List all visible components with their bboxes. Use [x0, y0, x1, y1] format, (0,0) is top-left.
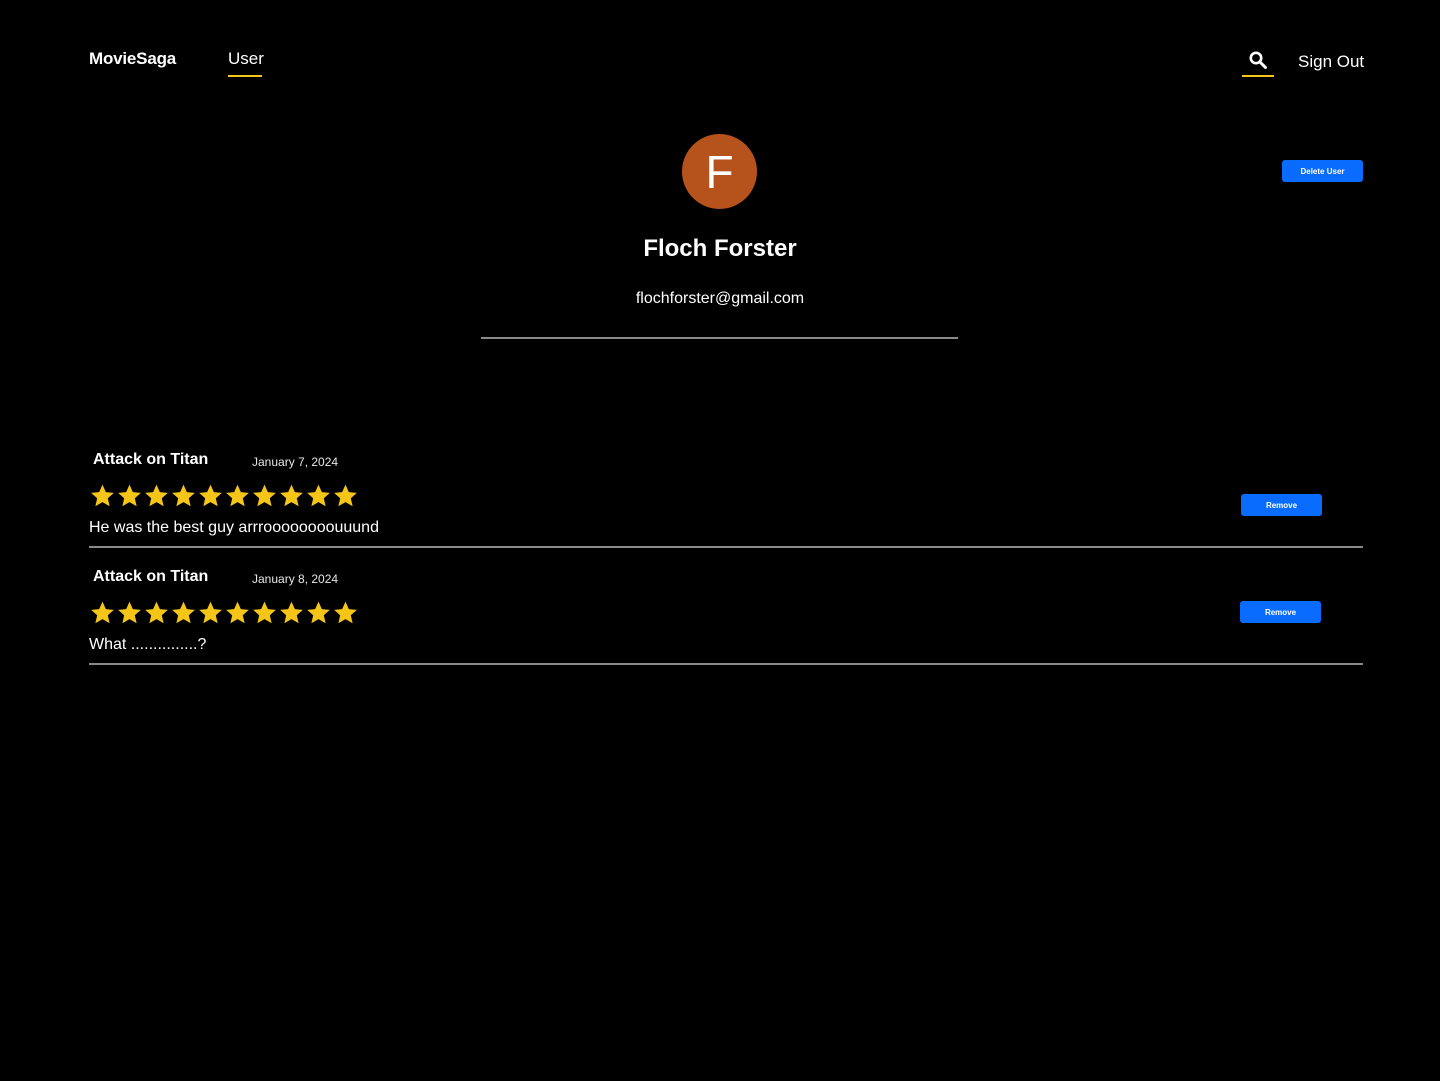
search-button[interactable]: [1242, 49, 1274, 77]
nav-tab-user-underline: [228, 75, 262, 77]
profile-divider: [481, 337, 958, 339]
star-icon: [226, 484, 249, 507]
review-text: He was the best guy arrroooooooouuund: [89, 519, 379, 536]
star-icon: [91, 484, 114, 507]
review-rating: [89, 483, 359, 509]
star-icon: [307, 484, 330, 507]
review-date: January 7, 2024: [252, 455, 339, 469]
review-rating: [89, 600, 359, 626]
star-icon: [118, 484, 141, 507]
review-divider: [89, 546, 1363, 548]
sign-out-link[interactable]: Sign Out: [1298, 52, 1364, 72]
star-icon: [307, 601, 330, 624]
user-name: Floch Forster: [643, 235, 797, 262]
star-icon: [118, 601, 141, 624]
delete-user-button[interactable]: Delete User: [1282, 160, 1363, 182]
star-icon: [145, 484, 168, 507]
star-icon: [91, 601, 114, 624]
star-icon: [253, 484, 276, 507]
star-icon: [172, 601, 195, 624]
user-profile-page: MovieSaga User Sign Out F Delete User Fl…: [0, 0, 1440, 1081]
star-icon: [145, 601, 168, 624]
star-icon: [280, 484, 303, 507]
star-icon: [226, 601, 249, 624]
star-icon: [172, 484, 195, 507]
review-item: Attack on Titan January 7, 2024 He was t…: [89, 451, 1363, 568]
star-icon: [199, 601, 222, 624]
nav-tab-user[interactable]: User: [228, 49, 264, 69]
review-item: Attack on Titan January 8, 2024 What ...…: [89, 568, 1363, 685]
review-movie-title[interactable]: Attack on Titan: [93, 451, 208, 469]
review-text: What ...............?: [89, 636, 207, 653]
star-icon: [334, 601, 357, 624]
review-divider: [89, 663, 1363, 665]
star-icon: [280, 601, 303, 624]
search-icon: [1249, 51, 1267, 69]
avatar: F: [682, 134, 757, 209]
review-movie-title[interactable]: Attack on Titan: [93, 568, 208, 586]
review-date: January 8, 2024: [252, 572, 339, 586]
star-icon: [253, 601, 276, 624]
remove-review-button[interactable]: Remove: [1241, 494, 1322, 516]
remove-review-button[interactable]: Remove: [1240, 601, 1321, 623]
star-icon: [199, 484, 222, 507]
star-icon: [334, 484, 357, 507]
search-underline: [1242, 75, 1274, 77]
user-email: flochforster@gmail.com: [635, 290, 805, 307]
brand-logo[interactable]: MovieSaga: [89, 49, 176, 69]
